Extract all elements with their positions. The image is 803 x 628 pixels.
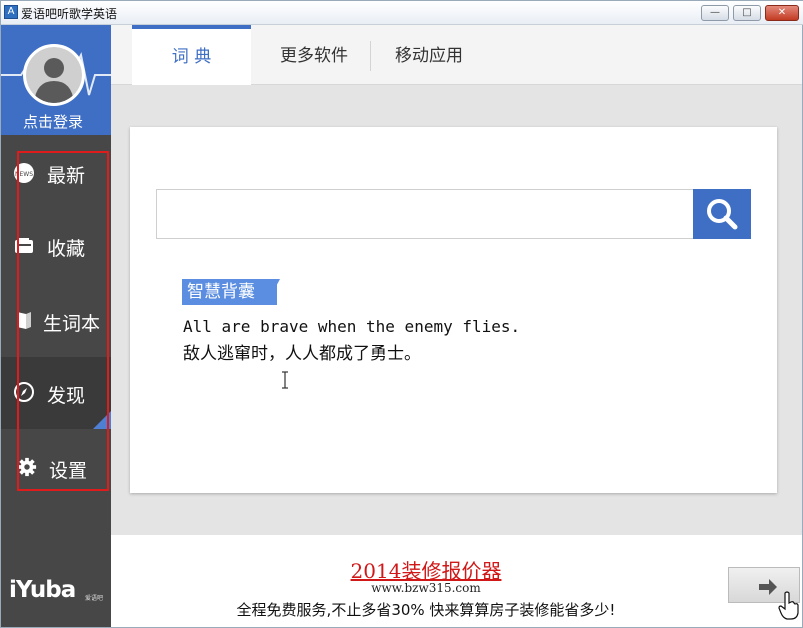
ad-text: 全程免费服务,不止多省30% 快来算算房子装修能省多少! <box>236 601 616 619</box>
tip-tag: 智慧背囊 <box>182 279 277 305</box>
minimize-button[interactable]: — <box>701 5 729 21</box>
dictionary-card: 智慧背囊 All are brave when the enemy flies.… <box>130 127 777 493</box>
tip-english: All are brave when the enemy flies. <box>183 317 521 336</box>
search-icon <box>707 199 738 230</box>
title-bar: A 爱语吧听歌学英语 — □ ✕ <box>1 1 803 25</box>
main-panel: 词 典 更多软件 移动应用 智慧背囊 All are brave when th… <box>111 25 802 535</box>
ad-url: www.bzw315.com <box>371 581 481 595</box>
tab-more-software[interactable]: 更多软件 <box>259 25 369 85</box>
tab-mobile-apps[interactable]: 移动应用 <box>373 25 485 85</box>
maximize-button[interactable]: □ <box>733 5 761 21</box>
app-window: A 爱语吧听歌学英语 — □ ✕ 点击登录 NEWS 最新 收藏 生词本 发现 … <box>0 0 803 628</box>
user-silhouette-icon <box>34 58 74 103</box>
profile-panel[interactable]: 点击登录 <box>1 25 111 135</box>
window-title: 爱语吧听歌学英语 <box>21 7 118 21</box>
sidebar: 点击登录 NEWS 最新 收藏 生词本 发现 设置 iYuba 爱语吧 <box>1 25 111 627</box>
tab-bar: 词 典 更多软件 移动应用 <box>111 25 802 85</box>
search-input[interactable] <box>156 189 694 239</box>
iyuba-logo-sub: 爱语吧 <box>85 595 104 602</box>
hand-cursor-icon <box>778 591 799 620</box>
tip-chinese: 敌人逃窜时，人人都成了勇士。 <box>183 344 421 364</box>
avatar[interactable] <box>23 44 85 106</box>
ad-banner[interactable]: 2014装修报价器 www.bzw315.com 全程免费服务,不止多省30% … <box>111 535 802 627</box>
close-button[interactable]: ✕ <box>765 5 799 21</box>
highlight-box <box>17 151 109 491</box>
search-button[interactable] <box>693 189 751 239</box>
iyuba-logo: iYuba <box>9 577 76 603</box>
app-icon: A <box>4 5 18 19</box>
login-link[interactable]: 点击登录 <box>1 111 105 132</box>
tab-dictionary[interactable]: 词 典 <box>132 25 251 85</box>
tab-separator <box>370 41 371 71</box>
text-cursor-icon <box>282 371 288 389</box>
ad-title[interactable]: 2014装修报价器 <box>111 555 741 584</box>
tip-tag-tail <box>266 279 280 305</box>
